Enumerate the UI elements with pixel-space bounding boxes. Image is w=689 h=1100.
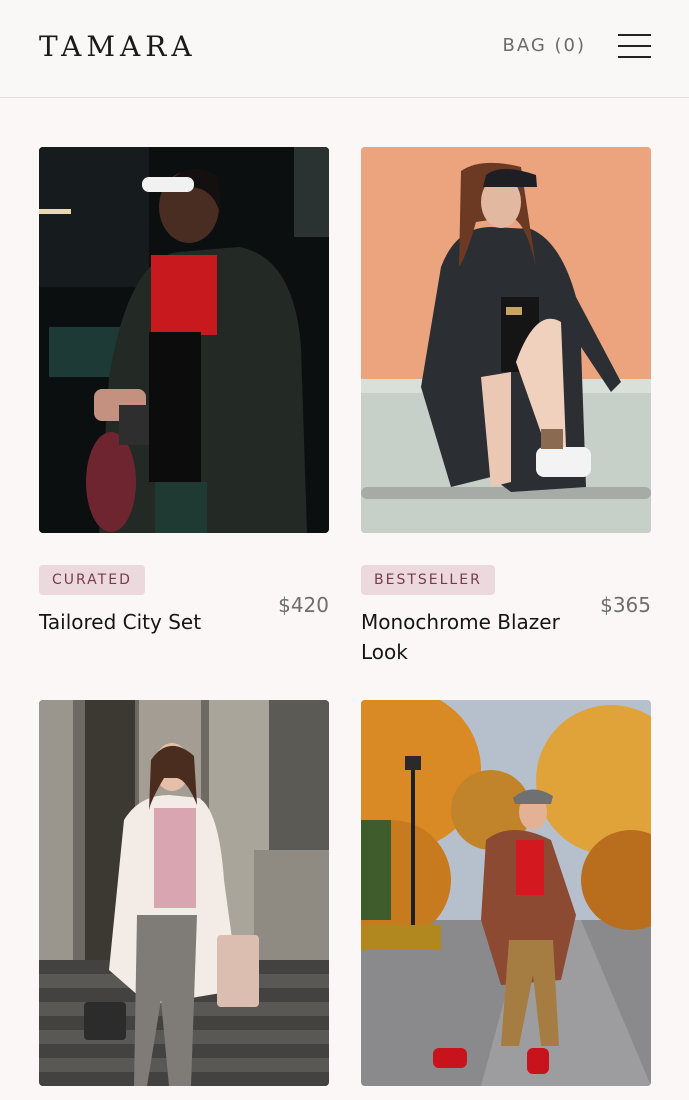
product-photo[interactable] <box>39 700 329 1086</box>
site-header: TAMARA BAG (0) <box>0 0 689 98</box>
product-photo[interactable] <box>39 147 329 533</box>
product-photo-image <box>361 147 651 533</box>
product-photo[interactable] <box>361 700 651 1086</box>
hamburger-menu-icon[interactable] <box>618 33 651 59</box>
shopping-bag-link[interactable]: BAG (0) <box>502 35 586 56</box>
menu-icon-line <box>618 45 651 47</box>
product-tag: CURATED <box>39 565 145 595</box>
product-photo-image <box>39 147 329 533</box>
product-photo[interactable] <box>361 147 651 533</box>
product-tag: BESTSELLER <box>361 565 495 595</box>
product-name[interactable]: Tailored City Set <box>39 607 254 637</box>
menu-icon-line <box>618 34 651 36</box>
menu-icon-line <box>618 56 651 58</box>
product-photo-image <box>361 700 651 1086</box>
product-price: $365 <box>600 593 651 617</box>
product-photo-image <box>39 700 329 1086</box>
product-price: $420 <box>278 593 329 617</box>
product-name[interactable]: Monochrome Blazer Look <box>361 607 576 667</box>
brand-logo[interactable]: TAMARA <box>39 30 197 63</box>
